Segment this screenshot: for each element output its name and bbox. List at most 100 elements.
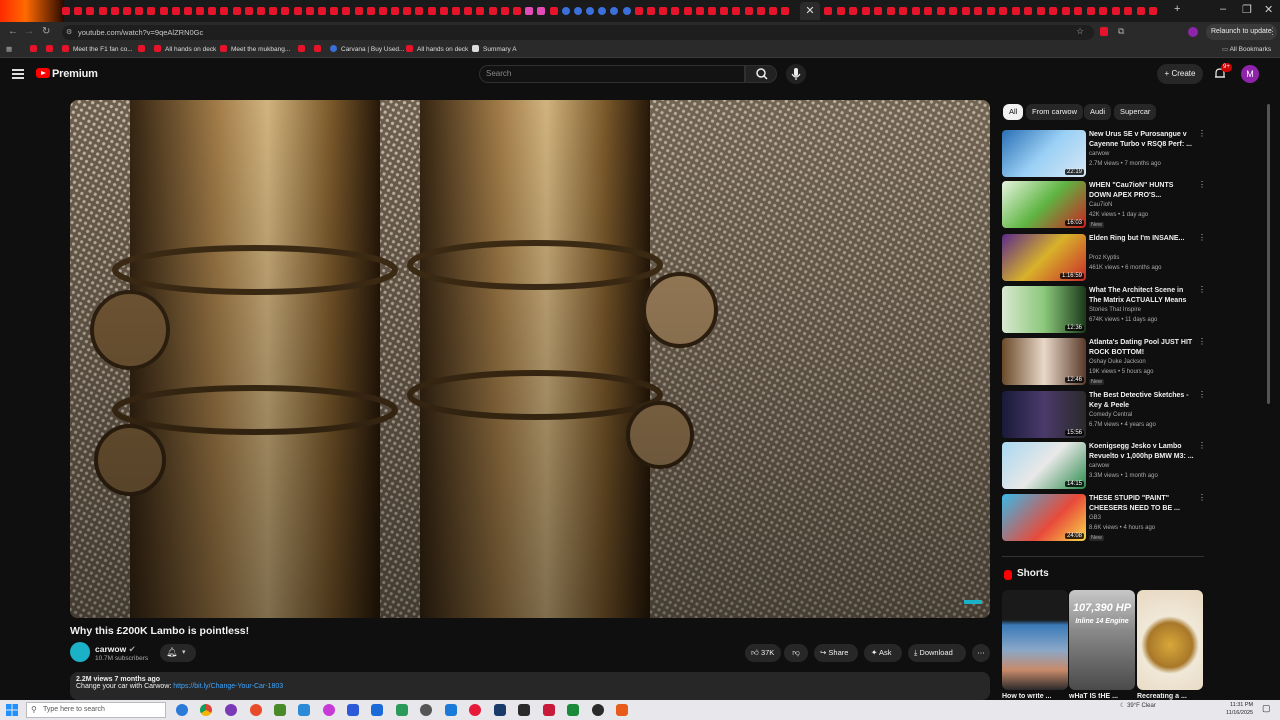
recommendation-title[interactable]: THESE STUPID "PAINT" CHEESERS NEED TO BE… — [1089, 494, 1195, 513]
thumbnail[interactable]: 12:46 — [1002, 338, 1086, 385]
relaunch-button[interactable]: Relaunch to update — [1206, 24, 1277, 40]
edge-icon[interactable] — [176, 704, 188, 716]
apps-grid-icon[interactable]: ▦ — [6, 45, 12, 55]
avatar[interactable]: M — [1241, 65, 1259, 83]
recommendation-channel[interactable]: Comedy Central — [1089, 412, 1132, 418]
ask-button[interactable]: ✦ Ask — [864, 644, 902, 662]
thumbnail[interactable]: 16:03 — [1002, 181, 1086, 228]
recommendation-item[interactable]: 24:08 THESE STUPID "PAINT" CHEESERS NEED… — [1002, 494, 1206, 542]
recommendation-item[interactable]: 22:19 New Urus SE v Purosangue v Cayenne… — [1002, 130, 1206, 178]
recommendation-channel[interactable]: Oshay Duke Jackson — [1089, 359, 1146, 365]
all-bookmarks[interactable]: ▭ All Bookmarks — [1222, 45, 1271, 55]
bookmark-item[interactable]: Meet the F1 fan co... — [62, 45, 133, 55]
search-input[interactable]: Search — [479, 65, 745, 83]
short-thumbnail[interactable] — [1137, 590, 1203, 690]
short-title[interactable]: wHaT IS tHE ... — [1069, 693, 1135, 700]
recommendation-channel[interactable]: carwow — [1089, 151, 1109, 157]
short-title[interactable]: How to write ... — [1002, 693, 1068, 700]
scrollbar-thumb[interactable] — [1267, 104, 1270, 404]
site-info-icon[interactable]: ⚙ — [66, 28, 72, 36]
app-icon[interactable] — [225, 704, 237, 716]
more-vertical-icon[interactable]: ⋮ — [1198, 391, 1206, 399]
create-button[interactable]: + Create — [1157, 64, 1203, 84]
more-vertical-icon[interactable]: ⋮ — [1198, 130, 1206, 138]
recommendation-channel[interactable]: carwow — [1089, 463, 1109, 469]
chevron-right-icon[interactable]: › — [1196, 642, 1199, 653]
chrome-icon[interactable] — [200, 704, 212, 716]
channel-avatar[interactable] — [70, 642, 90, 662]
youtube-logo-icon[interactable] — [36, 68, 50, 78]
recommendation-channel[interactable]: Proz Kyptis — [1089, 255, 1119, 261]
chip-audi[interactable]: Audi — [1084, 104, 1112, 120]
subscribed-button[interactable]: 🔔︎ ▾ — [160, 644, 196, 662]
menu-icon[interactable] — [12, 69, 24, 79]
bookmark-favicon[interactable] — [138, 45, 149, 55]
recommendation-item[interactable]: 12:36 What The Architect Scene in The Ma… — [1002, 286, 1206, 334]
active-tab-favicon[interactable] — [0, 0, 64, 22]
app-icon[interactable] — [298, 704, 310, 716]
recommendation-title[interactable]: What The Architect Scene in The Matrix A… — [1089, 286, 1195, 305]
app-icon[interactable] — [469, 704, 481, 716]
more-actions-button[interactable]: ⋯ — [972, 644, 990, 662]
extensions-icon[interactable]: ⧉ — [1118, 26, 1124, 37]
thumbnail[interactable]: 14:15 — [1002, 442, 1086, 489]
bookmark-favicon[interactable] — [46, 45, 57, 55]
app-icon[interactable] — [396, 704, 408, 716]
excel-icon[interactable] — [567, 704, 579, 716]
description-link[interactable]: https://bit.ly/Change-Your-Car-1803 — [173, 683, 283, 690]
short-title[interactable]: Recreating a ... — [1137, 693, 1203, 700]
page-scrollbar[interactable] — [1262, 104, 1274, 694]
short-thumbnail[interactable] — [1002, 590, 1068, 690]
new-tab-icon[interactable]: + — [1174, 3, 1180, 15]
bookmark-item[interactable]: All hands on deck — [154, 45, 216, 55]
extension-icon[interactable] — [1100, 27, 1108, 36]
notification-center-icon[interactable]: ▢ — [1262, 703, 1271, 714]
bookmark-item[interactable]: Carvana | Buy Used... — [330, 45, 404, 55]
outlook-icon[interactable] — [371, 704, 383, 716]
clock[interactable]: 11:31 PM 11/16/2025 — [1226, 702, 1253, 717]
recommendation-channel[interactable]: Cau7ioN — [1089, 202, 1112, 208]
tab-close-icon[interactable]: ✕ — [800, 2, 820, 20]
bookmark-star-icon[interactable]: ☆ — [1076, 26, 1084, 37]
steam-icon[interactable] — [494, 704, 506, 716]
more-vertical-icon[interactable]: ⋮ — [1198, 338, 1206, 346]
recommendation-item[interactable]: 1:16:59 Elden Ring but I'm INSANE... Pro… — [1002, 234, 1206, 282]
dislike-button[interactable]: 👎︎ — [784, 644, 808, 662]
thumbnail[interactable]: 12:36 — [1002, 286, 1086, 333]
app-icon[interactable] — [543, 704, 555, 716]
back-icon[interactable]: ← — [8, 26, 18, 37]
app-icon[interactable] — [518, 704, 530, 716]
search-button[interactable] — [745, 65, 777, 83]
app-icon[interactable] — [445, 704, 457, 716]
recommendation-item[interactable]: 16:03 WHEN "Cau7ioN" HUNTS DOWN APEX PRO… — [1002, 181, 1206, 229]
voice-search-button[interactable] — [786, 64, 806, 84]
bookmark-favicon[interactable] — [298, 45, 309, 55]
app-icon[interactable] — [592, 704, 604, 716]
bookmark-favicon[interactable] — [30, 45, 41, 55]
like-button[interactable]: 👍︎ 37K — [745, 644, 781, 662]
taskbar-search-input[interactable]: ⚲ Type here to search — [26, 702, 166, 718]
recommendation-item[interactable]: 15:56 The Best Detective Sketches - Key … — [1002, 391, 1206, 439]
more-vertical-icon[interactable]: ⋮ — [1198, 442, 1206, 450]
download-button[interactable]: ⤓ Download — [908, 644, 966, 662]
recommendation-title[interactable]: The Best Detective Sketches - Key & Peel… — [1089, 391, 1195, 410]
more-vertical-icon[interactable]: ⋮ — [1198, 181, 1206, 189]
weather-text[interactable]: 39°F Clear — [1127, 703, 1156, 709]
description-box[interactable]: 2.2M views 7 months ago Change your car … — [70, 672, 990, 700]
thumbnail[interactable]: 1:16:59 — [1002, 234, 1086, 281]
brand-label[interactable]: Premium — [52, 68, 98, 80]
opera-icon[interactable] — [250, 704, 262, 716]
thumbnail[interactable]: 15:56 — [1002, 391, 1086, 438]
chip-supercar[interactable]: Supercar — [1114, 104, 1157, 120]
maximize-icon[interactable]: ❐ — [1242, 3, 1252, 16]
close-window-icon[interactable]: ✕ — [1264, 3, 1273, 16]
profile-avatar-icon[interactable] — [1188, 27, 1198, 37]
bookmark-item[interactable]: All hands on deck — [406, 45, 468, 55]
recommendation-title[interactable]: Koenigsegg Jesko v Lambo Revuelto v 1,00… — [1089, 442, 1195, 461]
browser-menu-icon[interactable]: ⋮ — [1268, 26, 1277, 37]
thumbnail[interactable]: 22:19 — [1002, 130, 1086, 177]
recommendation-item[interactable]: 14:15 Koenigsegg Jesko v Lambo Revuelto … — [1002, 442, 1206, 490]
app-icon[interactable] — [347, 704, 359, 716]
bookmark-item[interactable]: Summary A — [472, 45, 517, 55]
chip-all[interactable]: All — [1003, 104, 1024, 120]
